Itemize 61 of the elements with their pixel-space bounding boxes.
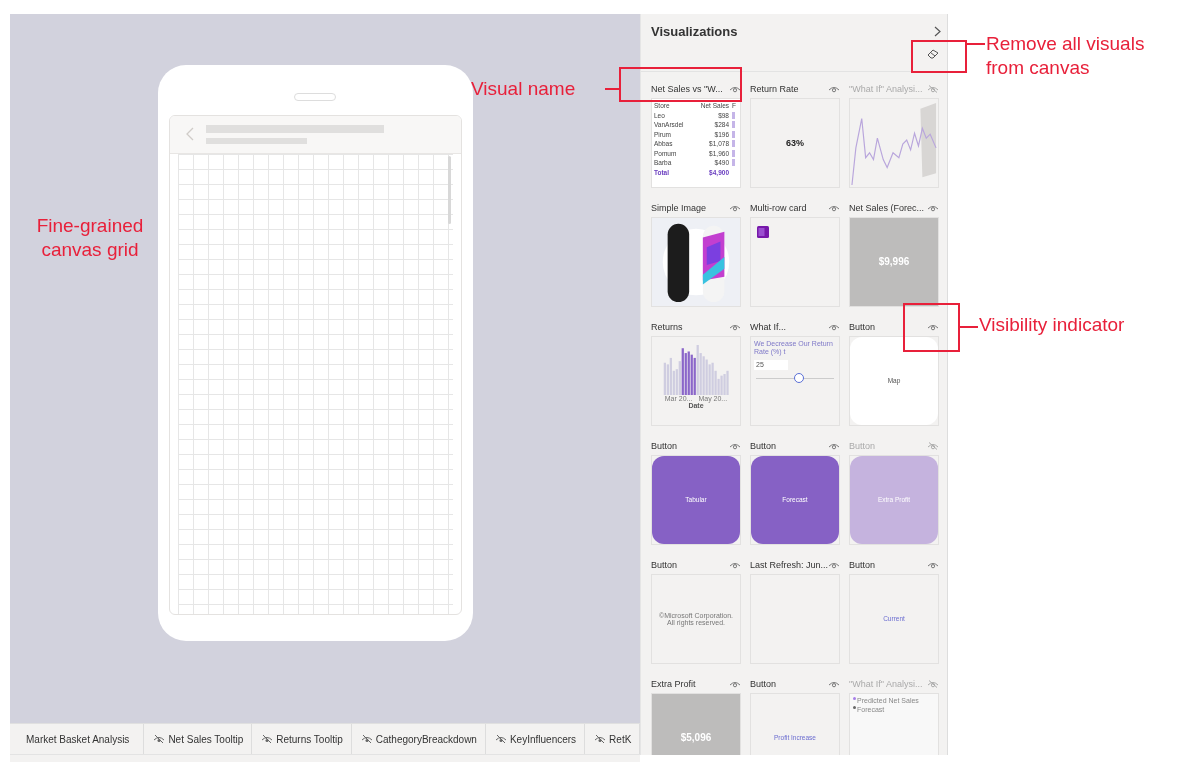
visual-name: Button xyxy=(750,678,777,689)
visual-thumbnail[interactable] xyxy=(750,216,840,307)
eye-icon[interactable] xyxy=(729,84,741,93)
hidden-icon xyxy=(360,734,373,744)
visual-thumbnail[interactable]: 63% xyxy=(750,97,840,188)
callout-label: Visual name xyxy=(471,77,576,101)
visual-name: Simple Image xyxy=(651,202,707,213)
eye-icon[interactable] xyxy=(729,203,741,212)
highlight-box xyxy=(911,40,967,73)
visual-name: Button xyxy=(849,559,876,570)
eye-icon[interactable] xyxy=(927,679,939,688)
leader-line xyxy=(605,88,619,90)
eye-icon[interactable] xyxy=(729,322,741,331)
visual-name: Net Sales (Forec... xyxy=(849,202,925,213)
back-icon xyxy=(185,127,194,141)
card-value: $5,096 xyxy=(680,732,712,744)
visual-name: Last Refresh: Jun... xyxy=(750,559,829,570)
visual-name: What If... xyxy=(750,321,786,332)
hidden-icon xyxy=(494,734,507,744)
visual-name: Net Sales vs "W... xyxy=(651,83,723,94)
visual-name: Multi-row card xyxy=(750,202,807,213)
eye-icon[interactable] xyxy=(927,203,939,212)
card-value: 63% xyxy=(786,137,804,148)
visual-name: Button xyxy=(849,440,876,451)
leader-line xyxy=(965,43,985,45)
eye-icon[interactable] xyxy=(729,560,741,569)
highlight-box xyxy=(903,303,960,352)
chevron-icon[interactable] xyxy=(934,26,941,38)
card-value: $9,996 xyxy=(878,256,910,268)
eye-icon[interactable] xyxy=(927,322,939,331)
leader-line xyxy=(958,326,978,328)
hidden-icon xyxy=(153,734,166,744)
eye-icon[interactable] xyxy=(927,560,939,569)
eye-icon[interactable] xyxy=(927,441,939,450)
eye-icon[interactable] xyxy=(828,84,840,93)
visual-name: Extra Profit xyxy=(651,678,696,689)
hidden-icon xyxy=(594,734,607,744)
visual-name: Button xyxy=(750,440,777,451)
eye-icon[interactable] xyxy=(729,679,741,688)
eye-icon[interactable] xyxy=(828,560,840,569)
callout-label: Visibility indicator xyxy=(979,313,1125,337)
app-logo-icon xyxy=(757,225,769,238)
visual-name: Return Rate xyxy=(750,83,799,94)
pane-title: Visualizations xyxy=(651,24,738,40)
eye-icon[interactable] xyxy=(828,679,840,688)
visual-name: Button xyxy=(651,440,678,451)
visual-name: Returns xyxy=(651,321,683,332)
eye-icon[interactable] xyxy=(927,84,939,93)
eye-icon[interactable] xyxy=(828,441,840,450)
scrollbar xyxy=(447,155,451,224)
eraser-icon[interactable] xyxy=(927,49,939,60)
visual-name: "What If" Analysi... xyxy=(849,678,923,689)
eye-icon[interactable] xyxy=(828,203,840,212)
hidden-icon xyxy=(261,734,274,744)
eye-icon[interactable] xyxy=(729,441,741,450)
callout-label: Fine-grained canvas grid xyxy=(35,214,145,262)
visual-name: Button xyxy=(651,559,678,570)
visual-name: "What If" Analysi... xyxy=(849,83,923,94)
eye-icon[interactable] xyxy=(828,322,840,331)
callout-label: Remove all visuals from canvas xyxy=(986,32,1146,80)
visual-name: Button xyxy=(849,321,876,332)
